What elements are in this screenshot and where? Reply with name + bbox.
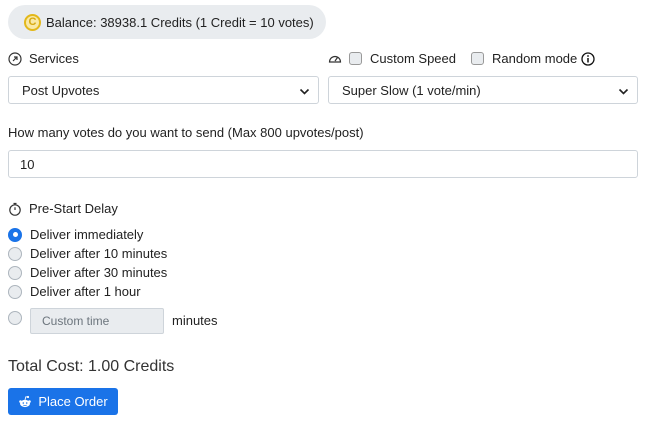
services-label: Services — [29, 51, 79, 66]
speed-options-row: Custom Speed Random mode — [328, 51, 602, 66]
delay-option-10-minutes[interactable]: Deliver after 10 minutes — [8, 246, 167, 261]
services-select[interactable]: Post Upvotes — [8, 76, 319, 104]
speedometer-icon — [328, 52, 342, 66]
services-selected-value: Post Upvotes — [22, 82, 100, 98]
custom-speed-checkbox[interactable] — [349, 52, 362, 65]
balance-text: Balance: 38938.1 Credits (1 Credit = 10 … — [46, 14, 314, 30]
chevron-down-icon — [618, 85, 629, 96]
speed-select[interactable]: Super Slow (1 vote/min) — [328, 76, 638, 104]
coin-icon: C — [24, 13, 41, 31]
info-icon[interactable] — [581, 51, 595, 66]
radio-button[interactable] — [8, 227, 22, 242]
delay-option-immediately[interactable]: Deliver immediately — [8, 227, 143, 242]
services-label-row: Services — [8, 51, 79, 66]
radio-button[interactable] — [8, 284, 22, 299]
custom-time-unit: minutes — [172, 313, 218, 328]
reddit-icon — [18, 395, 32, 409]
arrow-up-right-circle-icon — [8, 51, 22, 66]
delay-label-row: Pre-Start Delay — [8, 201, 118, 216]
delay-option-label: Deliver immediately — [30, 227, 144, 242]
random-mode-checkbox[interactable] — [471, 52, 484, 65]
place-order-label: Place Order — [38, 394, 108, 409]
custom-speed-label: Custom Speed — [370, 51, 456, 66]
stopwatch-icon — [8, 202, 22, 216]
delay-option-label: Deliver after 1 hour — [30, 284, 141, 299]
delay-option-label: Deliver after 10 minutes — [30, 246, 168, 261]
delay-option-30-minutes[interactable]: Deliver after 30 minutes — [8, 265, 167, 280]
custom-time-placeholder: Custom time — [42, 314, 110, 328]
speed-selected-value: Super Slow (1 vote/min) — [342, 82, 481, 98]
votes-input-value: 10 — [20, 156, 35, 172]
radio-button[interactable] — [8, 265, 22, 280]
chevron-down-icon — [299, 85, 310, 96]
delay-label: Pre-Start Delay — [29, 201, 118, 216]
votes-input[interactable]: 10 — [8, 150, 638, 178]
total-cost: Total Cost: 1.00 Credits — [8, 358, 175, 375]
radio-button[interactable] — [8, 246, 22, 261]
random-mode-label: Random mode — [492, 51, 578, 66]
delay-option-custom[interactable] — [8, 311, 30, 325]
delay-option-1-hour[interactable]: Deliver after 1 hour — [8, 284, 141, 299]
place-order-button[interactable]: Place Order — [8, 388, 118, 415]
votes-label: How many votes do you want to send (Max … — [8, 125, 364, 140]
delay-option-label: Deliver after 30 minutes — [30, 265, 168, 280]
radio-button[interactable] — [8, 311, 22, 325]
custom-time-input[interactable]: Custom time — [30, 308, 164, 334]
balance-badge: C Balance: 38938.1 Credits (1 Credit = 1… — [8, 5, 326, 39]
